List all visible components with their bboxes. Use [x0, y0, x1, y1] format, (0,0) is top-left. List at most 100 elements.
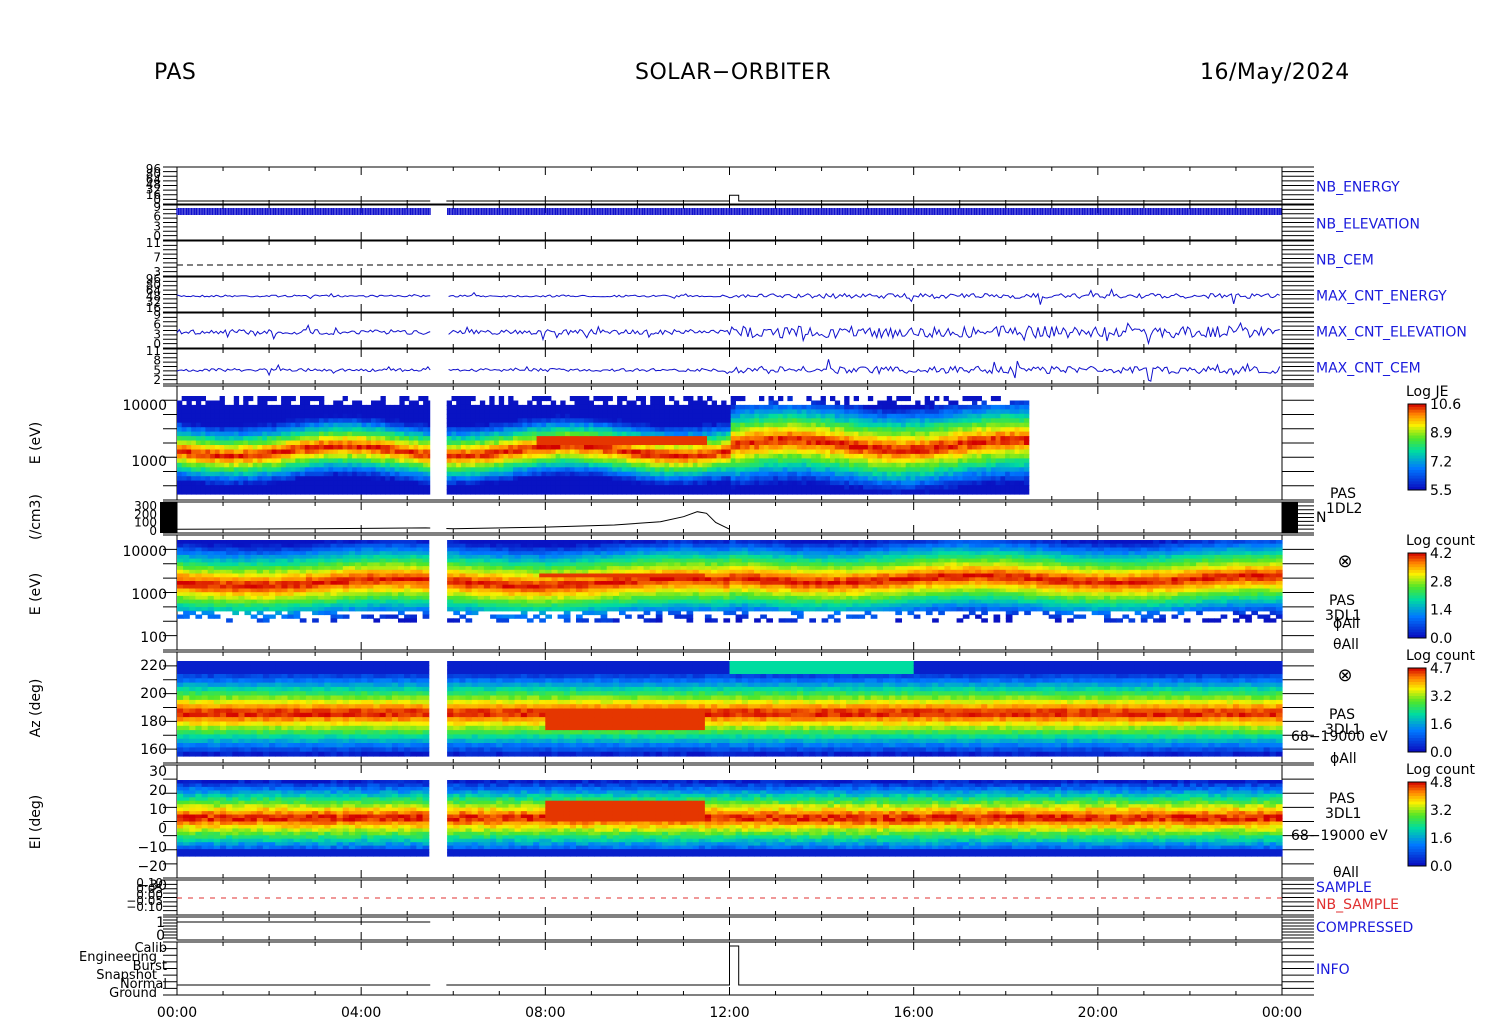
- heatmap-cell: [815, 462, 822, 468]
- heatmap-cell: [801, 471, 807, 477]
- heatmap-cell: [1009, 404, 1016, 410]
- heatmap-cell: [796, 427, 803, 433]
- heatmap-cell: [555, 418, 561, 424]
- heatmap-cell: [806, 480, 812, 486]
- heatmap-cell: [915, 400, 921, 406]
- heatmap-cell: [380, 480, 386, 486]
- heatmap-cell: [356, 462, 363, 468]
- heatmap-cell: [181, 404, 187, 410]
- heatmap-cell: [716, 404, 722, 410]
- heatmap-cell: [508, 396, 514, 402]
- heatmap-cell: [394, 467, 400, 473]
- heatmap-cell: [636, 458, 642, 464]
- heatmap-cell: [612, 413, 618, 419]
- heatmap-cell: [976, 409, 982, 415]
- heatmap-cell: [972, 485, 978, 491]
- heatmap-cell: [735, 427, 741, 433]
- heatmap-cell: [697, 409, 703, 415]
- heatmap-cell: [536, 431, 542, 437]
- heatmap-cell: [749, 485, 755, 491]
- heatmap-cell: [513, 404, 519, 410]
- heatmap-cell: [863, 462, 869, 468]
- heatmap-cell: [654, 404, 661, 410]
- heatmap-cell: [886, 440, 893, 446]
- heatmap-cell: [314, 409, 320, 415]
- heatmap-cell: [465, 485, 471, 491]
- heatmap-cell: [773, 453, 779, 459]
- heatmap-cell: [243, 413, 249, 419]
- heatmap-cell: [508, 485, 514, 491]
- heatmap-cell: [394, 453, 400, 459]
- heatmap-cell: [290, 396, 296, 402]
- heatmap-cell: [309, 489, 315, 495]
- heatmap-cell: [479, 449, 486, 455]
- heatmap-cell: [385, 471, 391, 477]
- heatmap-cell: [806, 422, 812, 428]
- heatmap-cell: [654, 396, 661, 402]
- heatmap-cell: [371, 458, 377, 464]
- heatmap-cell: [707, 476, 713, 482]
- heatmap-cell: [820, 485, 826, 491]
- heatmap-cell: [323, 431, 329, 437]
- heatmap-cell: [508, 480, 514, 486]
- panel-label: MAX_CNT_ENERGY: [1316, 289, 1447, 305]
- heatmap-cell: [593, 480, 599, 486]
- heatmap-cell: [574, 427, 580, 433]
- heatmap-cell: [229, 409, 235, 415]
- heatmap-cell: [593, 458, 599, 464]
- data-gap: [430, 387, 447, 499]
- heatmap-cell: [886, 409, 893, 415]
- heatmap-cell: [285, 396, 292, 402]
- heatmap-cell: [541, 445, 547, 451]
- heatmap-cell: [456, 480, 462, 486]
- heatmap-cell: [356, 409, 363, 415]
- heatmap-cell: [546, 404, 552, 410]
- heatmap-cell: [262, 462, 268, 468]
- heatmap-cell: [181, 462, 187, 468]
- heatmap-cell: [356, 458, 363, 464]
- heatmap-cell: [697, 440, 703, 446]
- heatmap-cell: [1009, 400, 1016, 406]
- heatmap-cell: [796, 453, 803, 459]
- heatmap-cell: [654, 431, 661, 437]
- heatmap-cell: [276, 404, 282, 410]
- heatmap-cell: [801, 422, 807, 428]
- heatmap-cell: [257, 427, 263, 433]
- heatmap-cell: [678, 467, 684, 473]
- heatmap-cell: [205, 467, 211, 473]
- heatmap-cell: [1014, 418, 1020, 424]
- heatmap-cell: [806, 396, 812, 402]
- heatmap-cell: [380, 400, 386, 406]
- heatmap-cell: [517, 480, 523, 486]
- heatmap-cell: [186, 453, 192, 459]
- heatmap-cell: [418, 485, 424, 491]
- heatmap-cell: [654, 489, 661, 495]
- heatmap-cell: [692, 413, 699, 419]
- heatmap-cell: [588, 400, 594, 406]
- heatmap-cell: [229, 422, 235, 428]
- heatmap-cell: [957, 462, 964, 468]
- heatmap-cell: [962, 471, 968, 477]
- heatmap-cell: [257, 436, 263, 442]
- heatmap-cell: [252, 453, 258, 459]
- heatmap-cell: [872, 404, 878, 410]
- heatmap-cell: [806, 489, 812, 495]
- heatmap-cell: [877, 471, 883, 477]
- heatmap-cell: [806, 471, 812, 477]
- heatmap-cell: [891, 431, 897, 437]
- heatmap-cell: [654, 458, 661, 464]
- heatmap-cell: [295, 476, 301, 482]
- heatmap-cell: [423, 449, 429, 455]
- heatmap-cell: [271, 409, 277, 415]
- heatmap-cell: [754, 467, 760, 473]
- heatmap-cell: [389, 409, 396, 415]
- heatmap-cell: [508, 445, 514, 451]
- heatmap-cell: [579, 480, 585, 486]
- heatmap-cell: [285, 449, 292, 455]
- heatmap-cell: [517, 453, 523, 459]
- heatmap-cell: [759, 476, 765, 482]
- heatmap-cell: [867, 440, 874, 446]
- heatmap-cell: [707, 396, 713, 402]
- heatmap-cell: [285, 404, 292, 410]
- heatmap-cell: [546, 409, 552, 415]
